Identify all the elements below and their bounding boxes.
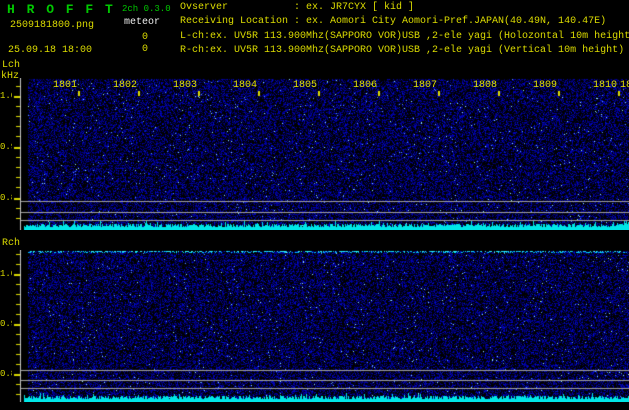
time-label-1809: 1809 [532,80,557,91]
time-label-1807: 1807 [412,80,437,91]
time-label-1802: 1802 [112,80,137,91]
app-title: H R O F F T [7,2,115,17]
app-version: 2ch 0.3.0 [122,4,171,14]
time-label-1803: 1803 [172,80,197,91]
time-label-1804: 1804 [232,80,257,91]
rch-receiver-line: R-ch:ex. UV5R 113.900Mhz(SAPPORO VOR)USB… [180,45,625,56]
time-label-1810: 1810 [592,80,617,91]
rch-spectrogram [12,250,629,402]
observer-info-line: Ovserver : ex. JR7CYX [ kid ] [180,2,415,13]
time-label-1801: 1801 [52,80,77,91]
datetime-label: 25.09.18 18:00 [8,45,93,56]
output-filename: 2509181800.png [10,20,95,31]
lch-spectrogram [12,78,629,230]
time-label-1806: 1806 [352,80,377,91]
rch-channel-label: Rch [2,238,21,249]
lch-receiver-line: L-ch:ex. UV5R 113.900Mhz(SAPPORO VOR)USB… [180,31,629,42]
lch-channel-label: Lch [2,60,21,71]
receiving-location-line: Receiving Location : ex. Aomori City Aom… [180,16,607,27]
hrofft-output-screen: H R O F F T 2ch 0.3.0 2509181800.png met… [0,0,629,410]
time-label-partial: 18 [620,80,629,91]
time-label-1808: 1808 [472,80,497,91]
time-label-1805: 1805 [292,80,317,91]
meteor-count-upper: 0 [141,32,148,43]
mode-label: meteor [124,17,161,28]
meteor-count-lower: 0 [141,44,148,55]
